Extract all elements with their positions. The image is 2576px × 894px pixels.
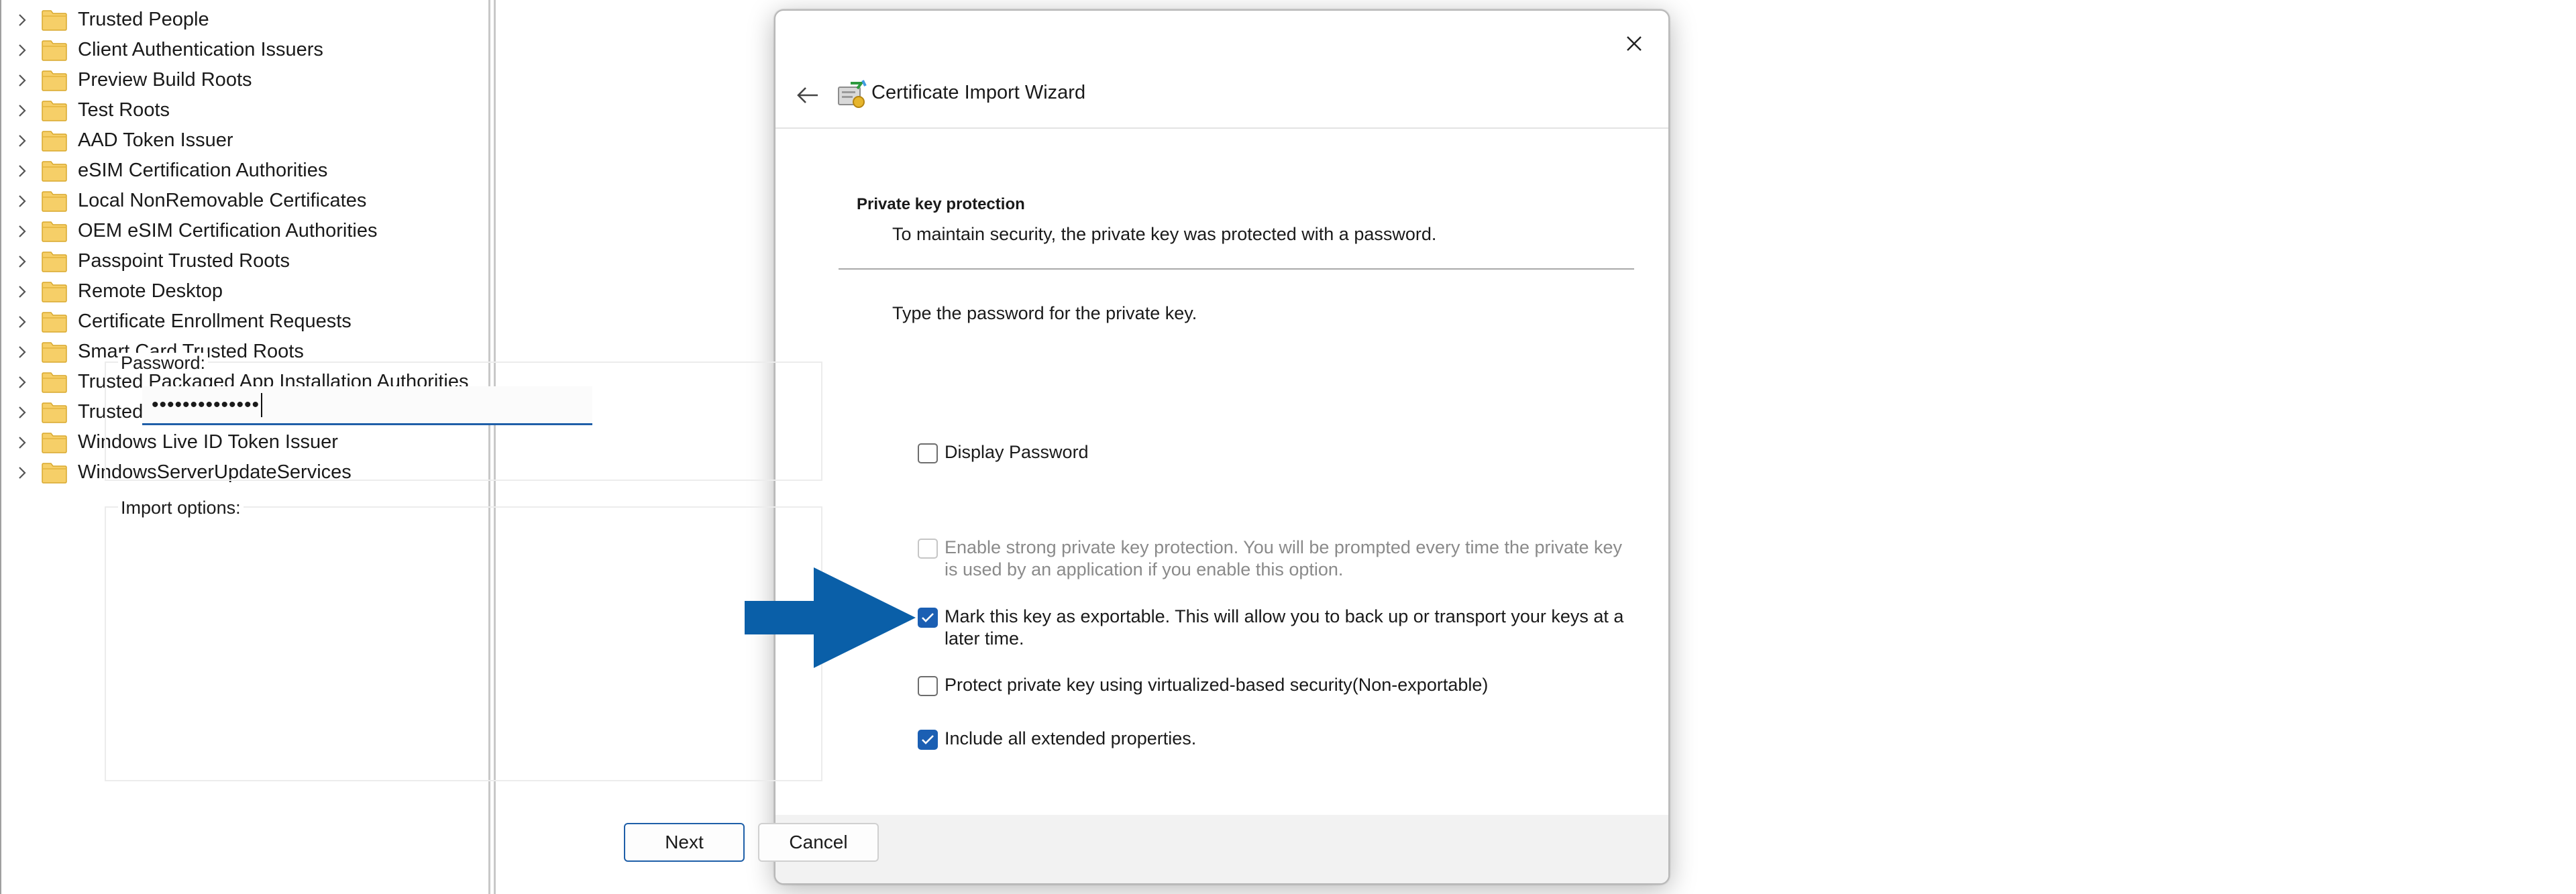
chevron-right-icon[interactable]: [12, 186, 32, 216]
pointer-arrow-annotation: [745, 567, 916, 668]
folder-icon: [42, 190, 67, 212]
tree-item-aad-token-issuer[interactable]: AAD Token Issuer: [1, 125, 233, 156]
back-arrow-icon: [797, 87, 818, 103]
tree-item-esim-certification-authorities[interactable]: eSIM Certification Authorities: [1, 156, 327, 186]
chevron-right-icon[interactable]: [12, 156, 32, 186]
chevron-right-icon[interactable]: [12, 5, 32, 35]
mark-exportable-line2: later time.: [945, 628, 1024, 649]
vbs-protection-checkbox[interactable]: [918, 676, 938, 696]
chevron-right-icon[interactable]: [12, 427, 32, 457]
chevron-right-icon[interactable]: [12, 35, 32, 65]
chevron-right-icon[interactable]: [12, 457, 32, 488]
display-password-checkbox[interactable]: [918, 443, 938, 463]
include-extended-properties-checkbox[interactable]: [918, 730, 938, 750]
tree-item-label: Preview Build Roots: [78, 69, 252, 91]
mark-exportable-label: Mark this key as exportable. This will a…: [945, 606, 1623, 650]
chevron-right-icon[interactable]: [12, 65, 32, 95]
tree-item-preview-build-roots[interactable]: Preview Build Roots: [1, 65, 252, 95]
next-button[interactable]: Next: [624, 823, 745, 862]
certificate-import-wizard-dialog: Certificate Import Wizard Private key pr…: [774, 9, 1670, 885]
tree-item-client-authentication-issuers[interactable]: Client Authentication Issuers: [1, 35, 323, 65]
tree-item-label: eSIM Certification Authorities: [78, 160, 328, 181]
chevron-right-icon[interactable]: [12, 367, 32, 397]
chevron-right-icon[interactable]: [12, 216, 32, 246]
folder-icon: [42, 372, 67, 393]
certificate-wizard-icon: [838, 80, 867, 108]
tree-item-certificate-enrollment-requests[interactable]: Certificate Enrollment Requests: [1, 306, 352, 337]
folder-icon: [42, 462, 67, 484]
strong-protection-label: Enable strong private key protection. Yo…: [945, 537, 1622, 581]
mark-exportable-checkbox[interactable]: [918, 608, 938, 628]
section-divider: [839, 268, 1634, 270]
chevron-right-icon[interactable]: [12, 246, 32, 276]
password-label: Password:: [118, 353, 209, 374]
include-extended-properties-label: Include all extended properties.: [945, 728, 1197, 748]
tree-item-label: Certificate Enrollment Requests: [78, 311, 352, 332]
folder-icon: [42, 341, 67, 363]
chevron-right-icon[interactable]: [12, 397, 32, 427]
strong-protection-checkbox[interactable]: [918, 539, 938, 559]
back-button[interactable]: [788, 75, 828, 115]
cancel-button[interactable]: Cancel: [758, 823, 879, 862]
chevron-right-icon[interactable]: [12, 125, 32, 156]
folder-icon: [42, 160, 67, 182]
folder-icon: [42, 70, 67, 91]
folder-icon: [42, 9, 67, 31]
folder-icon: [42, 281, 67, 302]
folder-icon: [42, 221, 67, 242]
tree-item-label: Remote Desktop: [78, 280, 223, 302]
mark-exportable-line1: Mark this key as exportable. This will a…: [945, 606, 1624, 626]
vbs-protection-label: Protect private key using virtualized-ba…: [945, 675, 1489, 695]
text-caret: [261, 392, 263, 417]
tree-item-label: Local NonRemovable Certificates: [78, 190, 367, 211]
password-field[interactable]: ••••••••••••••: [142, 386, 592, 425]
chevron-right-icon[interactable]: [12, 276, 32, 306]
tree-item-label: AAD Token Issuer: [78, 129, 233, 151]
folder-icon: [42, 432, 67, 453]
chevron-right-icon[interactable]: [12, 306, 32, 337]
display-password-label: Display Password: [945, 442, 1089, 462]
dialog-footer: [775, 815, 1668, 883]
tree-item-label: Passpoint Trusted Roots: [78, 250, 290, 272]
checkmark-icon: [922, 735, 934, 744]
tree-item-label: Client Authentication Issuers: [78, 39, 323, 60]
tree-item-oem-esim-certification-authorities[interactable]: OEM eSIM Certification Authorities: [1, 216, 377, 246]
strong-protection-line1: Enable strong private key protection. Yo…: [945, 537, 1623, 557]
close-icon: [1627, 36, 1642, 51]
import-options-label: Import options:: [118, 498, 244, 518]
section-description: To maintain security, the private key wa…: [892, 224, 1437, 244]
folder-icon: [42, 40, 67, 61]
tree-item-label: OEM eSIM Certification Authorities: [78, 220, 378, 241]
tree-item-local-nonremovable-certificates[interactable]: Local NonRemovable Certificates: [1, 186, 366, 216]
import-options-group-box: [105, 506, 822, 781]
section-title: Private key protection: [857, 195, 1025, 213]
folder-icon: [42, 100, 67, 121]
chevron-right-icon[interactable]: [12, 95, 32, 125]
close-button[interactable]: [1615, 24, 1654, 63]
instruction-text: Type the password for the private key.: [892, 303, 1197, 323]
dialog-title: Certificate Import Wizard: [871, 82, 1086, 103]
folder-icon: [42, 251, 67, 272]
tree-item-label: Trusted People: [78, 9, 209, 30]
chevron-right-icon[interactable]: [12, 337, 32, 367]
folder-icon: [42, 402, 67, 423]
tree-item-passpoint-trusted-roots[interactable]: Passpoint Trusted Roots: [1, 246, 290, 276]
checkmark-icon: [922, 613, 934, 622]
tree-item-label: Test Roots: [78, 99, 170, 121]
tree-item-trusted-people[interactable]: Trusted People: [1, 5, 209, 35]
password-value: ••••••••••••••: [152, 393, 260, 416]
folder-icon: [42, 130, 67, 152]
header-divider: [775, 127, 1668, 129]
strong-protection-line2: is used by an application if you enable …: [945, 559, 1344, 579]
tree-item-test-roots[interactable]: Test Roots: [1, 95, 170, 125]
tree-item-remote-desktop[interactable]: Remote Desktop: [1, 276, 223, 306]
folder-icon: [42, 311, 67, 333]
